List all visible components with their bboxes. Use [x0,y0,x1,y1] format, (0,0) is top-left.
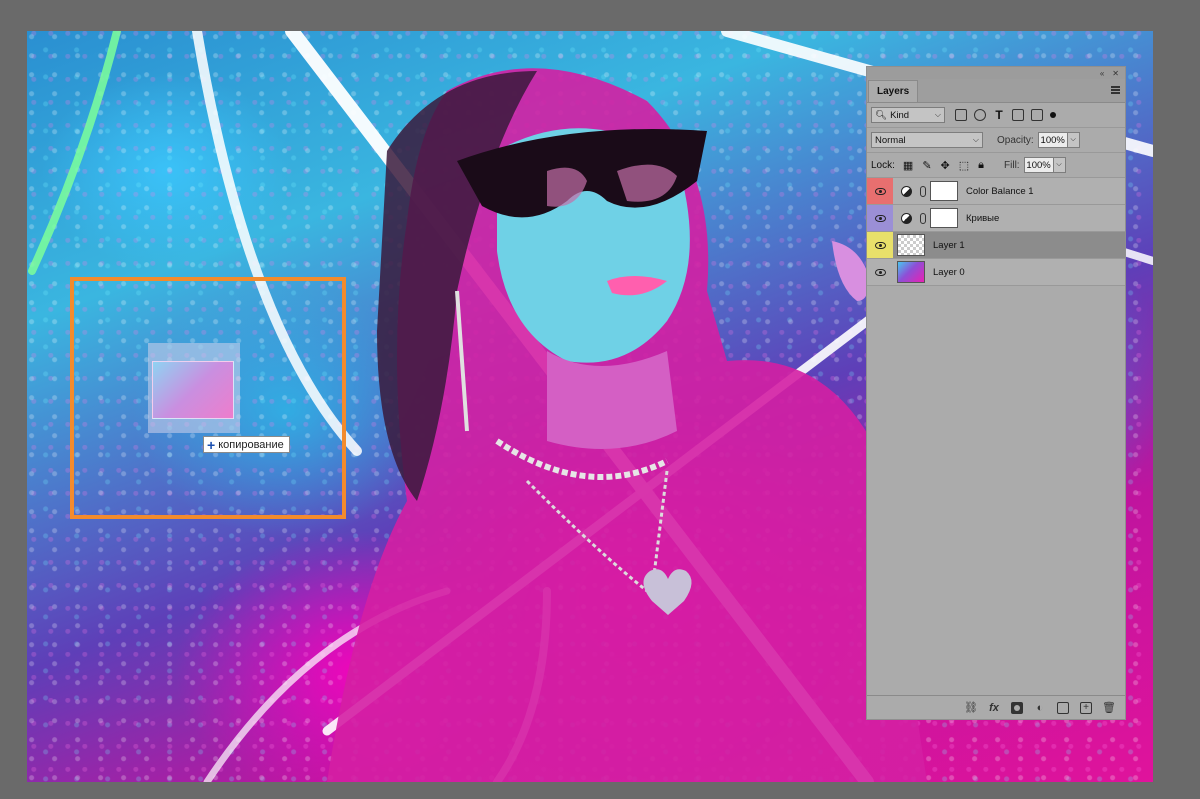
layer-name: Color Balance 1 [966,185,1034,197]
filter-adjustment-icon[interactable] [974,109,986,121]
drag-copy-label: копирование [218,438,284,451]
drag-copy-tooltip: + копирование [203,436,290,453]
new-adjustment-layer-icon[interactable]: ◐ [1034,702,1046,714]
visibility-toggle[interactable] [867,259,893,285]
search-icon: 🔍︎ [875,109,888,121]
layer-style-fx-icon[interactable]: fx [988,702,1000,714]
new-group-folder-icon[interactable] [1057,701,1069,714]
link-layers-icon[interactable]: ⛓︎ [964,702,978,714]
workspace: + копирование « ✕ Layers 🔍︎ Kind ⌵ T Nor… [0,0,1200,799]
filter-kind-value: Kind [890,109,910,121]
layer-name: Layer 0 [933,266,965,278]
close-panel-icon[interactable]: ✕ [1112,69,1119,78]
new-layer-icon[interactable]: + [1080,701,1092,714]
blend-mode-value: Normal [875,134,906,146]
eye-icon [874,187,886,195]
trash-icon[interactable]: 🗑︎ [1102,702,1116,714]
layer-thumbnail[interactable] [897,261,925,283]
layers-list: Color Balance 1 Кривые Layer 1 Layer 0 [867,178,1125,286]
visibility-toggle[interactable] [867,205,893,231]
lock-fill-row: Lock: ▦ ✎ ✥ ⬚ 🔒︎ Fill: 100% ⌵ [867,153,1125,178]
eye-icon [874,268,886,276]
link-chain-icon[interactable] [920,212,926,224]
opacity-input[interactable]: 100% [1037,132,1068,148]
layers-panel: « ✕ Layers 🔍︎ Kind ⌵ T Normal ⌵ Opacity:… [866,66,1126,720]
filter-smart-object-icon[interactable] [1031,109,1043,121]
layer-mask-thumbnail[interactable] [930,208,958,228]
adjustment-layer-icon [901,212,912,224]
filter-kind-select[interactable]: 🔍︎ Kind ⌵ [871,107,945,123]
panel-menu-icon[interactable] [1111,86,1120,94]
fill-input[interactable]: 100% [1023,157,1054,173]
layer-mask-thumbnail[interactable] [930,181,958,201]
blend-opacity-row: Normal ⌵ Opacity: 100% ⌵ [867,128,1125,153]
tab-layers[interactable]: Layers [868,80,919,102]
layer-thumbnail[interactable] [897,234,925,256]
visibility-toggle[interactable] [867,232,893,258]
layer-name: Layer 1 [933,239,965,251]
filter-type-icon[interactable]: T [993,109,1005,121]
plus-icon: + [207,436,216,453]
drag-preview-thumbnail [148,343,240,433]
chevron-down-icon: ⌵ [972,135,979,144]
lock-artboard-icon[interactable]: ⬚ [959,159,969,172]
filter-shape-icon[interactable] [1012,109,1024,121]
chevron-down-icon: ⌵ [934,110,941,119]
layers-bottom-toolbar: ⛓︎ fx ◐ + 🗑︎ [867,695,1125,719]
adjustment-layer-icon [901,185,912,197]
fill-dropdown-icon[interactable]: ⌵ [1053,157,1066,173]
filter-toggle-icon[interactable] [1050,112,1056,118]
lock-position-icon[interactable]: ✥ [941,159,950,172]
layer-name: Кривые [966,212,1000,224]
layer-row-layer-0[interactable]: Layer 0 [867,259,1125,286]
layer-row-curves[interactable]: Кривые [867,205,1125,232]
lock-label: Lock: [871,159,895,171]
lock-transparent-pixels-icon[interactable]: ▦ [903,159,913,172]
opacity-label: Opacity: [997,134,1034,146]
drag-preview-image [152,361,234,419]
eye-icon [874,214,886,222]
opacity-dropdown-icon[interactable]: ⌵ [1067,132,1080,148]
fill-label: Fill: [1004,159,1020,171]
panel-header-strip: « ✕ [867,67,1125,79]
layer-filter-row: 🔍︎ Kind ⌵ T [867,103,1125,128]
filter-pixel-icon[interactable] [955,109,967,121]
eye-icon [874,241,886,249]
lock-all-icon[interactable]: 🔒︎ [978,159,984,172]
link-chain-icon[interactable] [920,185,926,197]
add-mask-icon[interactable] [1011,701,1023,714]
lock-image-pixels-icon[interactable]: ✎ [922,159,931,172]
visibility-toggle[interactable] [867,178,893,204]
panel-tab-bar: Layers [867,79,1125,103]
layer-row-color-balance-1[interactable]: Color Balance 1 [867,178,1125,205]
blend-mode-select[interactable]: Normal ⌵ [871,132,983,148]
collapse-panel-icon[interactable]: « [1100,69,1104,78]
layer-row-layer-1[interactable]: Layer 1 [867,232,1125,259]
